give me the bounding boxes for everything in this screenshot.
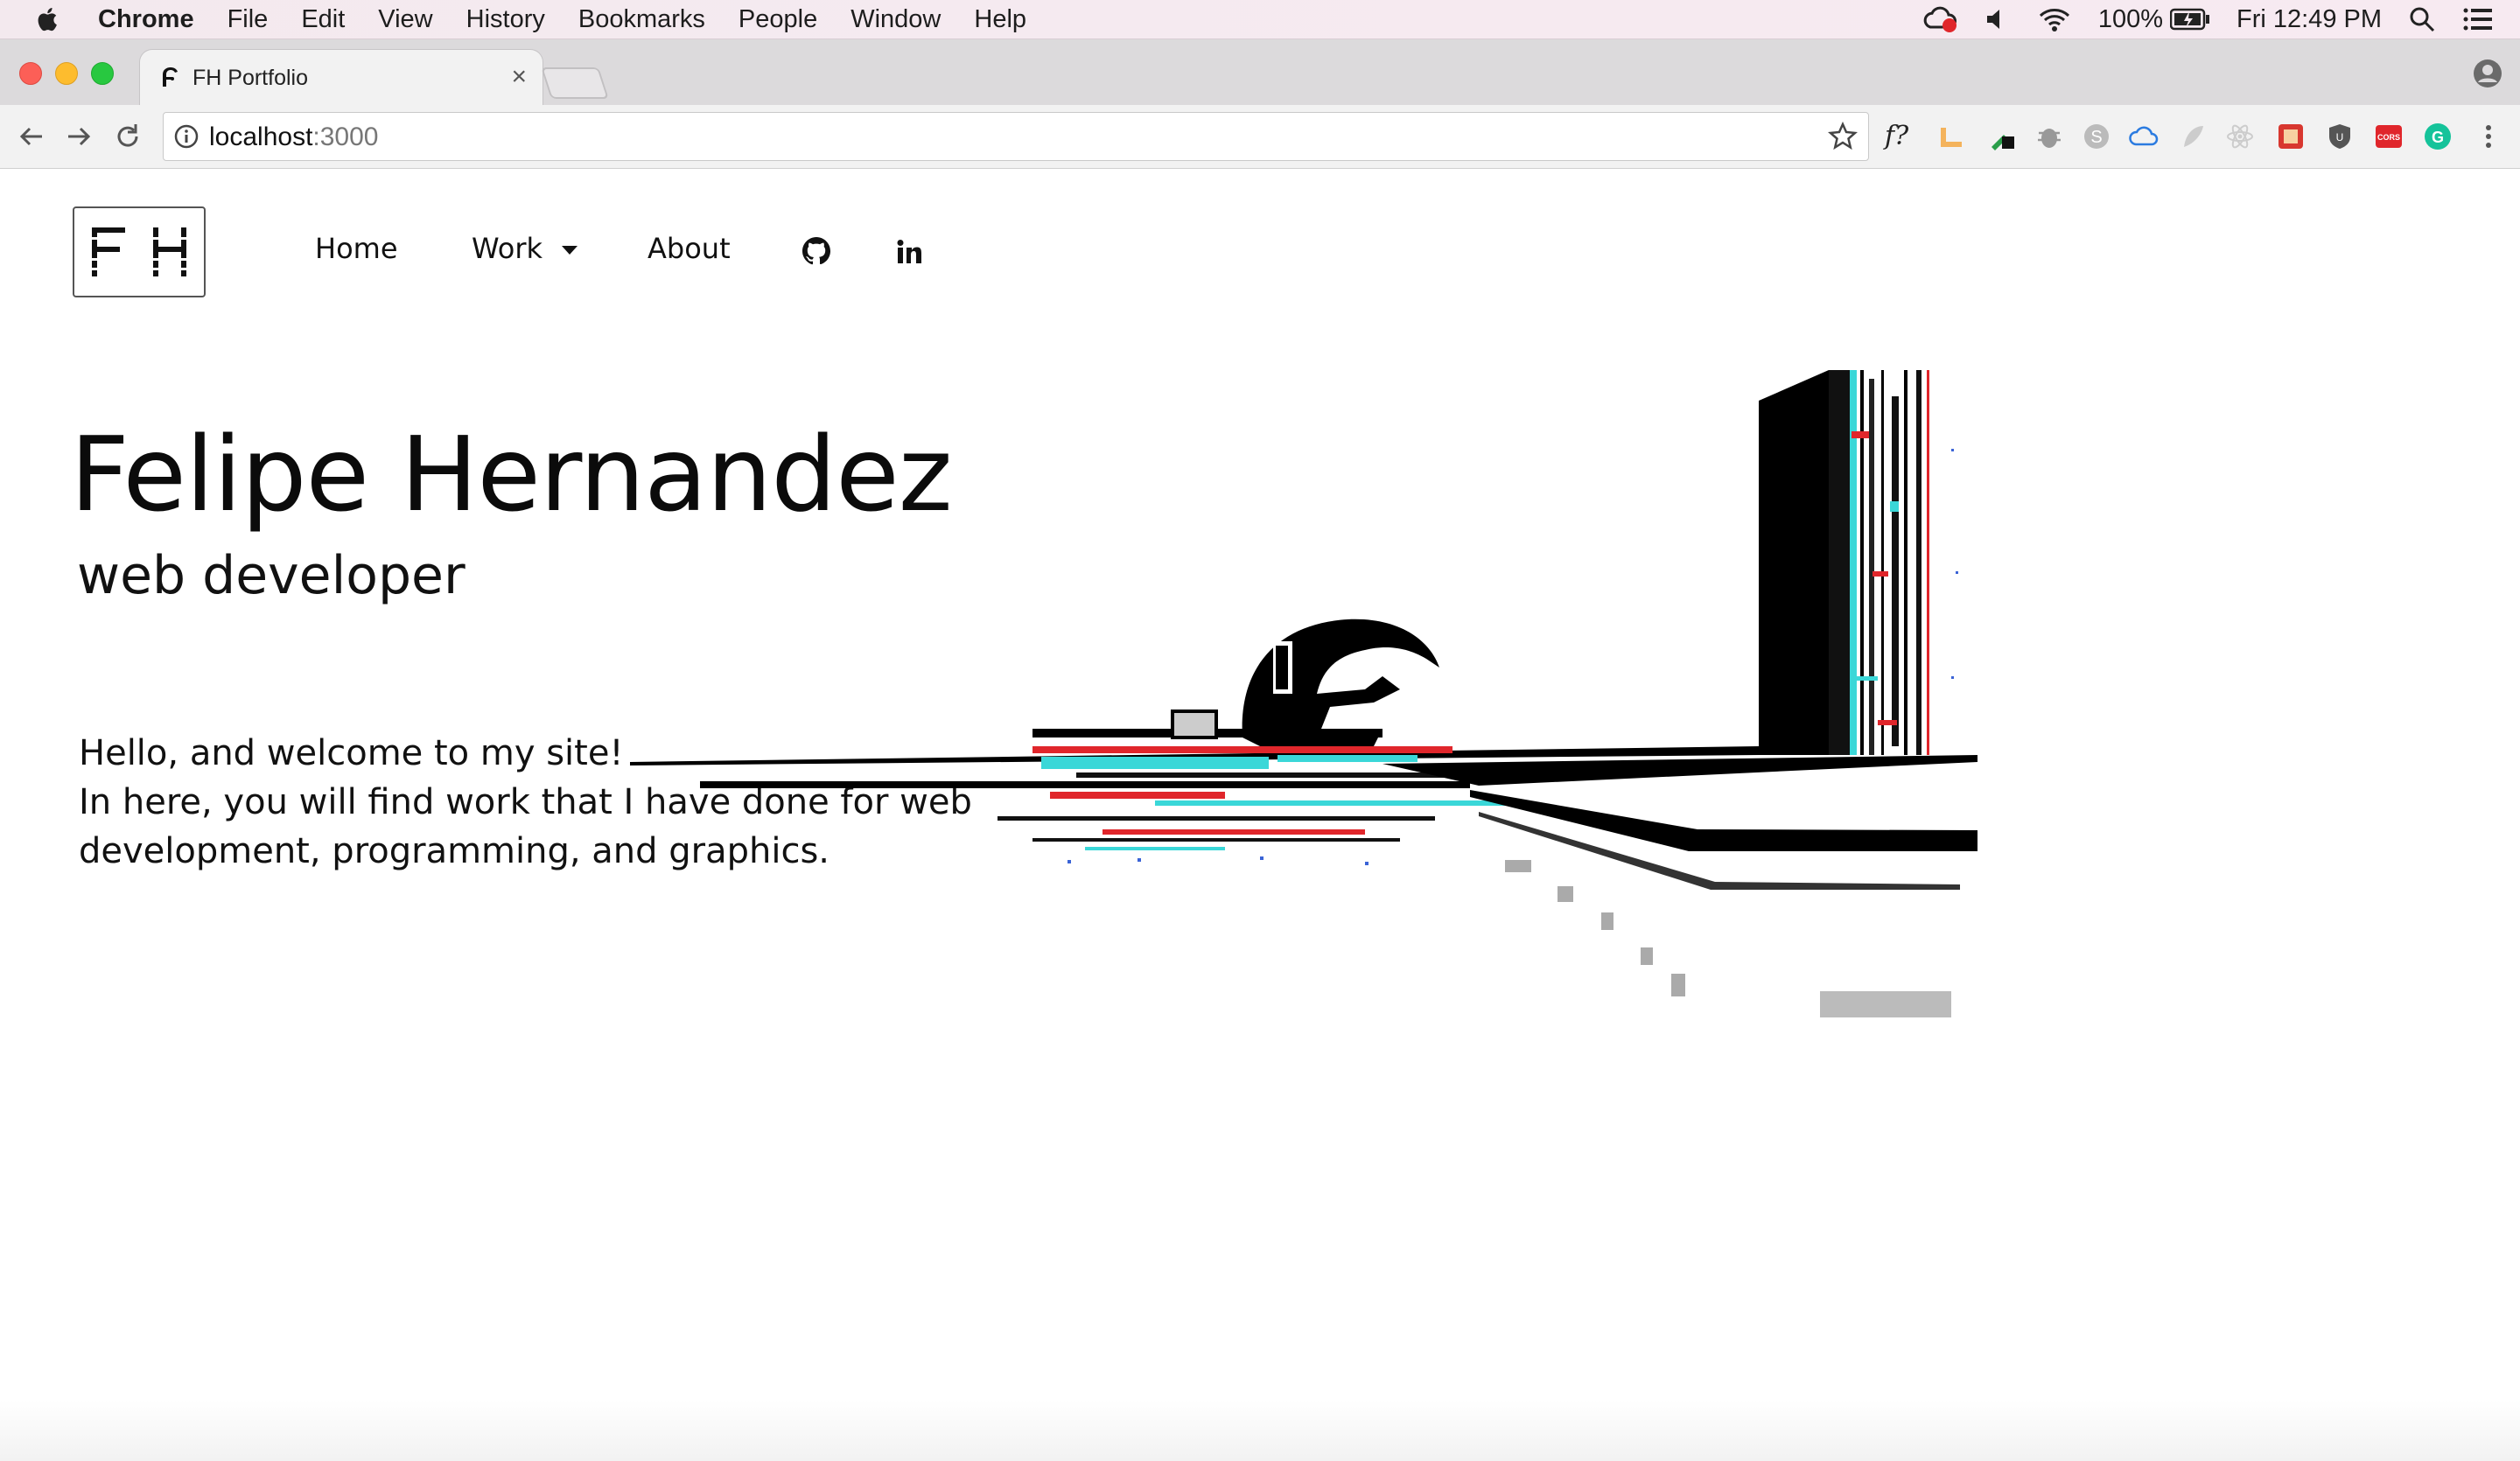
nav-about[interactable]: About: [648, 232, 731, 265]
reload-icon[interactable]: [112, 121, 144, 152]
nav-work-dropdown[interactable]: Work: [472, 232, 579, 265]
menu-history[interactable]: History: [466, 5, 545, 34]
menu-people[interactable]: People: [738, 5, 817, 34]
menu-window[interactable]: Window: [850, 5, 941, 34]
menu-file[interactable]: File: [228, 5, 269, 34]
fh-portrait-favicon-icon: [163, 67, 178, 87]
battery-percent: 100%: [2097, 4, 2163, 33]
tab-close-button[interactable]: ×: [511, 62, 527, 92]
linkedin-icon[interactable]: [896, 239, 922, 265]
window-zoom-button[interactable]: [91, 62, 114, 85]
bookmark-star-icon[interactable]: [1828, 122, 1858, 151]
apple-menu-icon[interactable]: [33, 3, 63, 35]
url-text[interactable]: localhost:3000: [209, 122, 378, 152]
menu-status-area: 100% Fri 12:49 PM: [1923, 0, 2520, 38]
menu-bookmarks[interactable]: Bookmarks: [578, 5, 705, 34]
wifi-icon[interactable]: [2037, 6, 2072, 32]
menu-bar: Chrome File Edit View History Bookmarks …: [0, 0, 2520, 39]
svg-text:CORS: CORS: [2377, 133, 2400, 142]
fh-logo[interactable]: FH: [73, 206, 206, 297]
page-bottom-shadow: [0, 1400, 2520, 1461]
url-port: :3000: [312, 122, 379, 151]
volume-icon[interactable]: [1984, 6, 2011, 32]
menu-app-chrome[interactable]: Chrome: [98, 5, 194, 34]
svg-text:S: S: [2090, 128, 2102, 147]
webpage: FH Home Work About Felipe Hernandez web …: [0, 169, 2520, 1461]
github-icon[interactable]: [802, 237, 830, 265]
creative-cloud-icon[interactable]: [1923, 4, 1958, 34]
svg-text:U: U: [2336, 131, 2344, 143]
site-info-icon[interactable]: [174, 124, 199, 149]
cloud-extension-icon[interactable]: [2128, 121, 2160, 152]
hero-role: web developer: [77, 545, 466, 606]
tab-fh-portfolio[interactable]: FH Portfolio ×: [140, 50, 542, 105]
cors-extension-icon[interactable]: CORS: [2373, 121, 2404, 152]
menu-help[interactable]: Help: [974, 5, 1026, 34]
menubar-clock[interactable]: Fri 12:49 PM: [2236, 5, 2382, 34]
pixel-extension-icon[interactable]: [2275, 121, 2306, 152]
menu-view[interactable]: View: [378, 5, 432, 34]
forward-arrow-icon[interactable]: [63, 121, 94, 152]
nav-work-label: Work: [472, 232, 543, 265]
nav-home[interactable]: Home: [315, 232, 398, 265]
window-minimize-button[interactable]: [55, 62, 78, 85]
svg-text:G: G: [2432, 129, 2444, 146]
browser-toolbar: localhost:3000 f? S U CORS G: [0, 105, 2520, 169]
tab-strip: FH Portfolio ×: [0, 39, 2520, 105]
chrome-menu-icon[interactable]: [2473, 121, 2504, 152]
bug-extension-icon[interactable]: [2034, 121, 2065, 152]
feather-extension-icon[interactable]: [2177, 121, 2208, 152]
caret-down-icon: [562, 246, 578, 255]
ruler-extension-icon[interactable]: [1936, 121, 1967, 152]
grammarly-icon[interactable]: G: [2422, 121, 2454, 152]
back-arrow-icon[interactable]: [16, 121, 47, 152]
notification-center-icon[interactable]: [2462, 6, 2494, 32]
battery-icon[interactable]: [2170, 8, 2210, 31]
new-tab-button[interactable]: [541, 67, 609, 99]
react-devtools-icon[interactable]: [2224, 121, 2256, 152]
fh-logo-mark: [90, 227, 188, 276]
ublock-shield-icon[interactable]: U: [2324, 121, 2356, 152]
glitch-portrait-illustration: [630, 370, 1978, 1017]
profile-icon[interactable]: [2473, 59, 2502, 88]
address-bar[interactable]: localhost:3000: [163, 112, 1869, 161]
window-close-button[interactable]: [19, 62, 42, 85]
skype-extension-icon[interactable]: S: [2081, 121, 2112, 152]
menu-edit[interactable]: Edit: [301, 5, 345, 34]
url-host: localhost: [209, 122, 313, 151]
eyedropper-extension-icon[interactable]: [1986, 121, 2018, 152]
font-identifier-extension[interactable]: f?: [1885, 121, 1916, 152]
tab-title: FH Portfolio: [192, 66, 308, 90]
spotlight-search-icon[interactable]: [2408, 5, 2436, 33]
